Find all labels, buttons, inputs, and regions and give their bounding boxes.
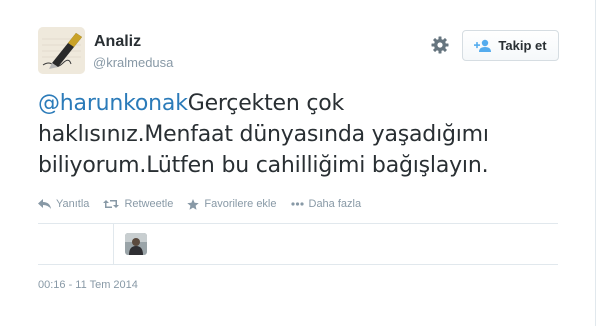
divider-vertical — [113, 224, 114, 264]
retweet-label: Retweetle — [124, 198, 174, 210]
tweet-text-line3: biliyorum.Lütfen bu cahilliğimi bağışlay… — [38, 153, 489, 178]
user-name[interactable]: Analiz — [94, 33, 141, 51]
more-label: Daha fazla — [308, 198, 362, 210]
reply-label: Yanıtla — [56, 198, 90, 210]
tweet-timestamp[interactable]: 00:16 - 11 Tem 2014 — [38, 279, 138, 291]
favorite-action[interactable]: Favorilere ekle — [187, 198, 277, 210]
tweet-text-line1: Gerçekten çok — [187, 91, 345, 116]
user-handle[interactable]: @kralmedusa — [93, 55, 173, 70]
tweet-mention-link[interactable]: @harunkonak — [38, 91, 188, 116]
gear-icon[interactable] — [430, 35, 450, 55]
favorite-label: Favorilere ekle — [204, 198, 277, 210]
tweet-text: @harunkonakGerçekten çok haklısınız.Menf… — [38, 88, 558, 181]
tweet-actions: Yanıtla Retweetle Favorilere ekle Daha f… — [38, 196, 375, 212]
divider-bottom — [38, 264, 558, 265]
reply-icon — [38, 199, 51, 209]
fountain-pen-avatar-image — [38, 27, 85, 74]
more-action[interactable]: Daha fazla — [290, 198, 362, 210]
add-user-icon — [474, 39, 492, 52]
follow-button-label: Takip et — [498, 38, 547, 53]
tweet-card: Analiz @kralmedusa Takip et @harunkonakG… — [0, 0, 596, 326]
retweet-action[interactable]: Retweetle — [103, 198, 173, 210]
retweet-icon — [103, 200, 120, 208]
divider-top — [38, 223, 558, 224]
tweet-text-line2: haklısınız.Menfaat dünyasında yaşadığımı — [38, 122, 489, 147]
star-icon — [187, 198, 200, 210]
favoriter-avatar[interactable] — [125, 233, 147, 255]
more-dots-icon — [290, 202, 304, 206]
follow-button[interactable]: Takip et — [462, 30, 559, 61]
favoriter-avatar-image — [125, 233, 147, 255]
user-avatar[interactable] — [38, 27, 85, 74]
reply-action[interactable]: Yanıtla — [38, 198, 89, 210]
